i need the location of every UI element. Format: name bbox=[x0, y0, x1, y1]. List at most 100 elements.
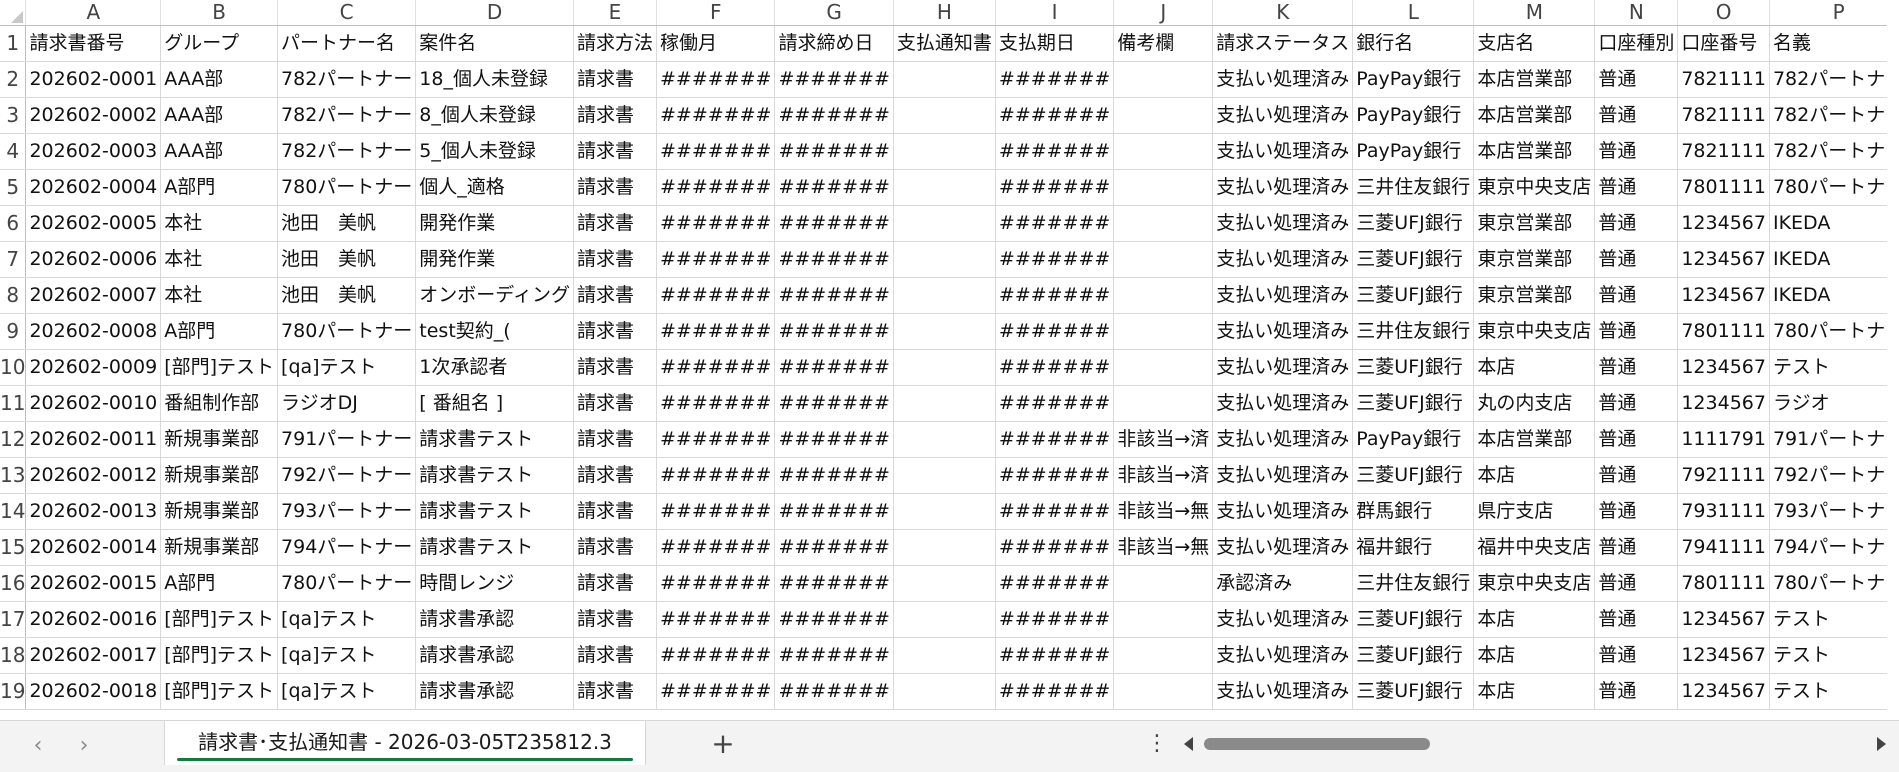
cell-m10[interactable]: 本店 bbox=[1473, 349, 1596, 386]
cell-l7[interactable]: 三菱UFJ銀行 bbox=[1352, 241, 1475, 278]
more-options-icon[interactable]: ⋮ bbox=[1146, 731, 1168, 756]
cell-f15[interactable]: ####### bbox=[656, 529, 776, 566]
cell-o5[interactable]: 7801111 bbox=[1677, 169, 1770, 206]
cell-i2[interactable]: ####### bbox=[995, 61, 1115, 98]
cell-l10[interactable]: 三菱UFJ銀行 bbox=[1352, 349, 1475, 386]
cell-a6[interactable]: 202602-0005 bbox=[25, 205, 162, 242]
cell-k19[interactable]: 支払い処理済み bbox=[1212, 673, 1354, 710]
cell-g7[interactable]: ####### bbox=[774, 241, 894, 278]
cell-p15[interactable]: 794パートナー bbox=[1769, 529, 1899, 566]
cell-k14[interactable]: 支払い処理済み bbox=[1212, 493, 1354, 530]
cell-h11[interactable] bbox=[893, 385, 996, 422]
cell-m11[interactable]: 丸の内支店 bbox=[1473, 385, 1596, 422]
cell-f2[interactable]: ####### bbox=[656, 61, 776, 98]
cell-a7[interactable]: 202602-0006 bbox=[25, 241, 162, 278]
cell-e19[interactable]: 請求書 bbox=[573, 673, 657, 710]
cell-m12[interactable]: 本店営業部 bbox=[1473, 421, 1596, 458]
cell-n2[interactable]: 普通 bbox=[1594, 61, 1679, 98]
cell-b4[interactable]: AAA部 bbox=[160, 133, 279, 170]
cell-k8[interactable]: 支払い処理済み bbox=[1212, 277, 1354, 314]
cell-p18[interactable]: テスト bbox=[1769, 637, 1899, 674]
cell-n6[interactable]: 普通 bbox=[1594, 205, 1679, 242]
cell-m18[interactable]: 本店 bbox=[1473, 637, 1596, 674]
cell-a11[interactable]: 202602-0010 bbox=[25, 385, 162, 422]
cell-o1[interactable]: 口座番号 bbox=[1677, 25, 1770, 62]
cell-p2[interactable]: 782パートナー bbox=[1769, 61, 1899, 98]
cell-d9[interactable]: test契約_( bbox=[415, 313, 574, 350]
cell-h16[interactable] bbox=[893, 565, 996, 602]
scroll-right-icon[interactable] bbox=[1870, 731, 1892, 757]
cell-c1[interactable]: パートナー名 bbox=[277, 25, 417, 62]
cell-b3[interactable]: AAA部 bbox=[160, 97, 279, 134]
cell-n4[interactable]: 普通 bbox=[1594, 133, 1679, 170]
cell-n16[interactable]: 普通 bbox=[1594, 565, 1679, 602]
cell-n11[interactable]: 普通 bbox=[1594, 385, 1679, 422]
cell-d13[interactable]: 請求書テスト bbox=[415, 457, 574, 494]
cell-f13[interactable]: ####### bbox=[656, 457, 776, 494]
cell-k15[interactable]: 支払い処理済み bbox=[1212, 529, 1354, 566]
cell-l6[interactable]: 三菱UFJ銀行 bbox=[1352, 205, 1475, 242]
cell-f4[interactable]: ####### bbox=[656, 133, 776, 170]
cell-d7[interactable]: 開発作業 bbox=[415, 241, 574, 278]
cell-e14[interactable]: 請求書 bbox=[573, 493, 657, 530]
cell-j4[interactable] bbox=[1113, 133, 1214, 170]
cell-j16[interactable] bbox=[1113, 565, 1214, 602]
row-header[interactable]: 17 bbox=[0, 601, 27, 638]
cell-g5[interactable]: ####### bbox=[774, 169, 894, 206]
cell-e6[interactable]: 請求書 bbox=[573, 205, 657, 242]
row-header[interactable]: 7 bbox=[0, 241, 27, 278]
cell-j6[interactable] bbox=[1113, 205, 1214, 242]
cell-l12[interactable]: PayPay銀行 bbox=[1352, 421, 1475, 458]
cell-i19[interactable]: ####### bbox=[995, 673, 1115, 710]
cell-a12[interactable]: 202602-0011 bbox=[25, 421, 162, 458]
cell-m17[interactable]: 本店 bbox=[1473, 601, 1596, 638]
cell-h13[interactable] bbox=[893, 457, 996, 494]
cell-a10[interactable]: 202602-0009 bbox=[25, 349, 162, 386]
cell-n3[interactable]: 普通 bbox=[1594, 97, 1679, 134]
cell-o4[interactable]: 7821111 bbox=[1677, 133, 1770, 170]
cell-k9[interactable]: 支払い処理済み bbox=[1212, 313, 1354, 350]
column-header-m[interactable]: M bbox=[1473, 0, 1596, 26]
cell-b7[interactable]: 本社 bbox=[160, 241, 279, 278]
cell-g14[interactable]: ####### bbox=[774, 493, 894, 530]
cell-j7[interactable] bbox=[1113, 241, 1214, 278]
cell-l1[interactable]: 銀行名 bbox=[1352, 25, 1475, 62]
cell-f14[interactable]: ####### bbox=[656, 493, 776, 530]
cell-f1[interactable]: 稼働月 bbox=[656, 25, 776, 62]
chevron-right-icon[interactable]: › bbox=[72, 733, 96, 758]
cell-b13[interactable]: 新規事業部 bbox=[160, 457, 279, 494]
cell-o18[interactable]: 1234567 bbox=[1677, 637, 1770, 674]
scroll-left-icon[interactable] bbox=[1178, 731, 1200, 757]
cell-h6[interactable] bbox=[893, 205, 996, 242]
cell-c4[interactable]: 782パートナー bbox=[277, 133, 417, 170]
scrollbar-thumb[interactable] bbox=[1204, 738, 1430, 750]
cell-o2[interactable]: 7821111 bbox=[1677, 61, 1770, 98]
cell-d15[interactable]: 請求書テスト bbox=[415, 529, 574, 566]
cell-b16[interactable]: A部門 bbox=[160, 565, 279, 602]
cell-f7[interactable]: ####### bbox=[656, 241, 776, 278]
cell-b18[interactable]: [部門]テスト bbox=[160, 637, 279, 674]
cell-k17[interactable]: 支払い処理済み bbox=[1212, 601, 1354, 638]
cell-f16[interactable]: ####### bbox=[656, 565, 776, 602]
cell-c16[interactable]: 780パートナー bbox=[277, 565, 417, 602]
row-header[interactable]: 13 bbox=[0, 457, 27, 494]
cell-i10[interactable]: ####### bbox=[995, 349, 1115, 386]
cell-m3[interactable]: 本店営業部 bbox=[1473, 97, 1596, 134]
column-header-f[interactable]: F bbox=[656, 0, 776, 26]
cell-c8[interactable]: 池田 美帆 bbox=[277, 277, 417, 314]
cell-c6[interactable]: 池田 美帆 bbox=[277, 205, 417, 242]
cell-j9[interactable] bbox=[1113, 313, 1214, 350]
cell-i15[interactable]: ####### bbox=[995, 529, 1115, 566]
cell-d16[interactable]: 時間レンジ bbox=[415, 565, 574, 602]
cell-m9[interactable]: 東京中央支店 bbox=[1473, 313, 1596, 350]
cell-h2[interactable] bbox=[893, 61, 996, 98]
cell-g6[interactable]: ####### bbox=[774, 205, 894, 242]
cell-p1[interactable]: 名義 bbox=[1769, 25, 1899, 62]
cell-e18[interactable]: 請求書 bbox=[573, 637, 657, 674]
cell-a15[interactable]: 202602-0014 bbox=[25, 529, 162, 566]
cell-h17[interactable] bbox=[893, 601, 996, 638]
cell-j3[interactable] bbox=[1113, 97, 1214, 134]
column-header-a[interactable]: A bbox=[25, 0, 162, 26]
row-header[interactable]: 9 bbox=[0, 313, 27, 350]
cell-j1[interactable]: 備考欄 bbox=[1113, 25, 1214, 62]
